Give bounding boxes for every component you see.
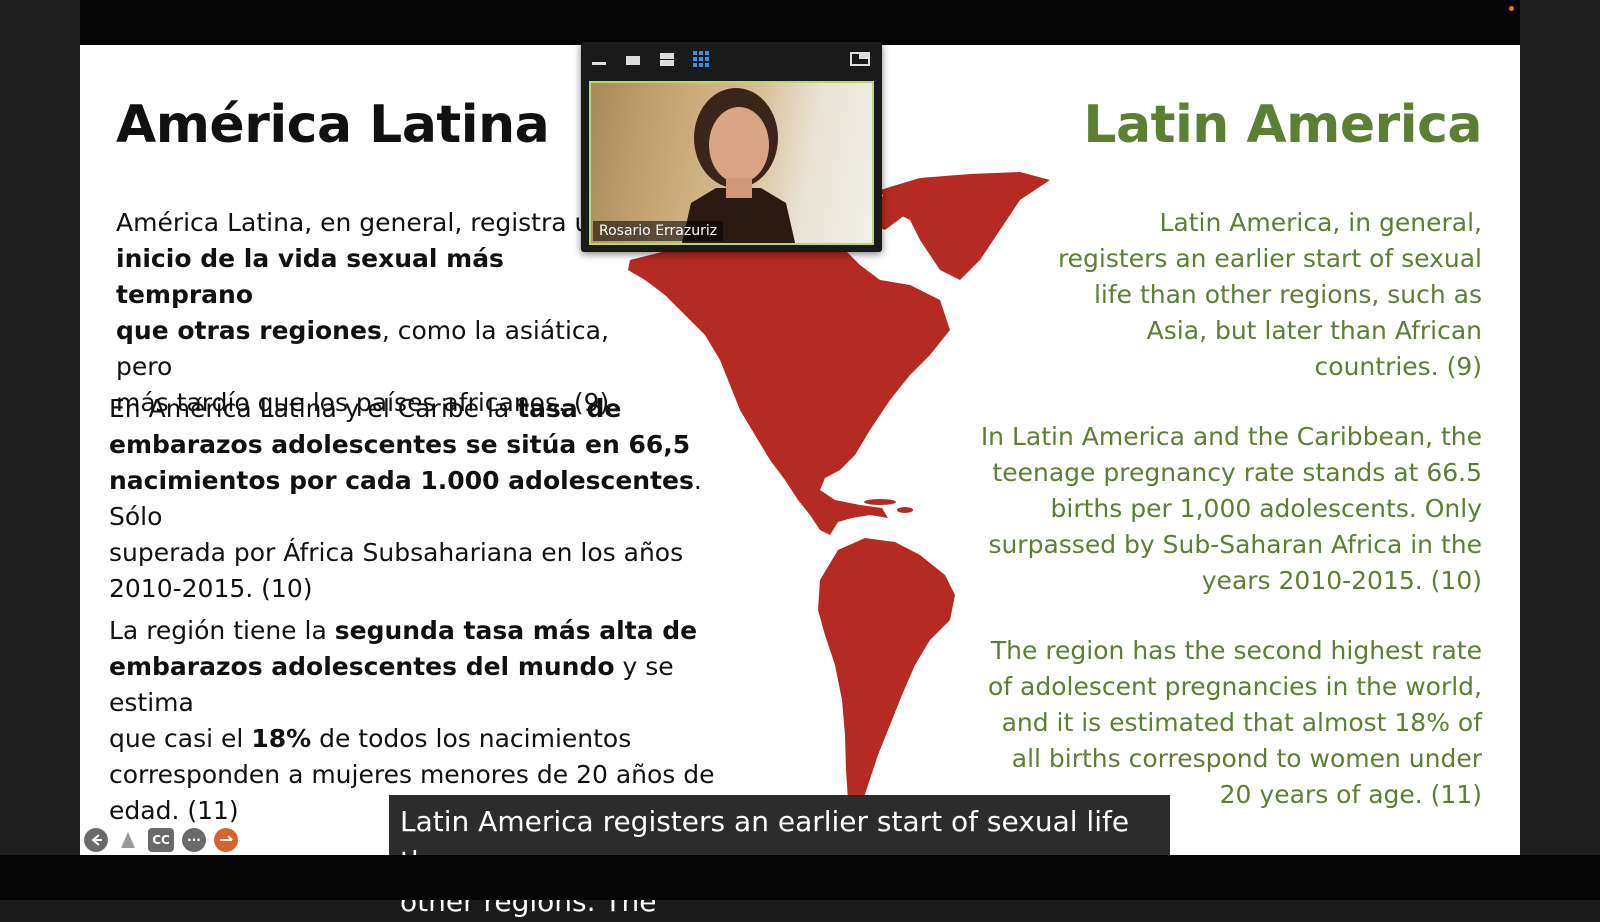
text-run: En América Latina y el Caribe la	[109, 394, 518, 423]
text-line: Latin America, in general,	[1159, 208, 1482, 237]
participant-name: Rosario Errazuriz	[593, 221, 724, 241]
text-line: In Latin America and the Caribbean, the	[980, 422, 1482, 451]
bold-run: que otras regiones	[116, 316, 382, 345]
text-line: teenage pregnancy rate stands at 66.5	[992, 458, 1482, 487]
title-english: Latin America	[1083, 95, 1482, 155]
pen-icon[interactable]	[214, 828, 238, 852]
bold-run: embarazos adolescentes se sitúa en 66,5	[109, 430, 691, 459]
participant-video[interactable]: Rosario Errazuriz	[589, 81, 874, 245]
text-line: all births correspond to women under	[1011, 744, 1482, 773]
text-run: de todos los nacimientos	[311, 724, 632, 753]
spanish-paragraph-2: En América Latina y el Caribe la tasa de…	[109, 391, 709, 607]
text-line: registers an earlier start of sexual	[1057, 244, 1482, 273]
right-margin	[1520, 0, 1600, 900]
text-line: and it is estimated that almost 18% of	[1001, 708, 1482, 737]
bold-run: embarazos adolescentes del mundo	[109, 652, 615, 681]
more-icon[interactable]: ···	[182, 828, 206, 852]
title-spanish: América Latina	[116, 95, 550, 155]
text-run: La región tiene la	[109, 616, 335, 645]
text-line: life than other regions, such as	[1093, 280, 1482, 309]
single-view-icon[interactable]	[623, 50, 643, 68]
gallery-grid-icon[interactable]	[691, 50, 711, 68]
side-by-side-icon[interactable]	[657, 50, 677, 68]
text-line: countries. (9)	[1314, 352, 1482, 381]
english-paragraph-3: The region has the second highest rate o…	[922, 633, 1482, 813]
text-run: América Latina, en general, registra un	[116, 208, 607, 237]
text-line: The region has the second highest rate	[990, 636, 1482, 665]
text-run: que casi el	[109, 724, 252, 753]
video-panel[interactable]: Rosario Errazuriz	[581, 42, 882, 252]
text-run: 2010-2015. (10)	[109, 574, 313, 603]
bottom-bar	[0, 855, 1600, 900]
minimize-icon[interactable]	[589, 50, 609, 68]
spanish-paragraph-1: América Latina, en general, registra un …	[116, 205, 636, 421]
bold-run: tasa de	[517, 394, 622, 423]
top-bar	[0, 0, 1600, 45]
closed-caption-icon[interactable]: CC	[148, 828, 174, 852]
text-line: years 2010-2015. (10)	[1201, 566, 1482, 595]
video-panel-toolbar	[581, 42, 882, 76]
bold-run: nacimientos por cada 1.000 adolescentes	[109, 466, 694, 495]
bold-run: 18%	[251, 724, 312, 753]
pointer-icon[interactable]	[116, 828, 140, 852]
text-line: surpassed by Sub-Saharan Africa in the	[988, 530, 1482, 559]
text-run: superada por África Subsahariana en los …	[109, 538, 684, 567]
text-line: of adolescent pregnancies in the world,	[988, 672, 1482, 701]
exit-panel-icon[interactable]	[849, 50, 870, 68]
text-run: edad. (11)	[109, 796, 239, 825]
bold-run: inicio de la vida sexual más temprano	[116, 244, 504, 309]
english-paragraph-1: Latin America, in general, registers an …	[982, 205, 1482, 385]
english-paragraph-2: In Latin America and the Caribbean, the …	[922, 419, 1482, 599]
left-margin	[0, 0, 80, 900]
back-arrow-icon[interactable]	[84, 828, 108, 852]
text-line: Asia, but later than African	[1146, 316, 1482, 345]
recording-indicator-icon	[1509, 6, 1514, 11]
text-line: births per 1,000 adolescents. Only	[1050, 494, 1483, 523]
